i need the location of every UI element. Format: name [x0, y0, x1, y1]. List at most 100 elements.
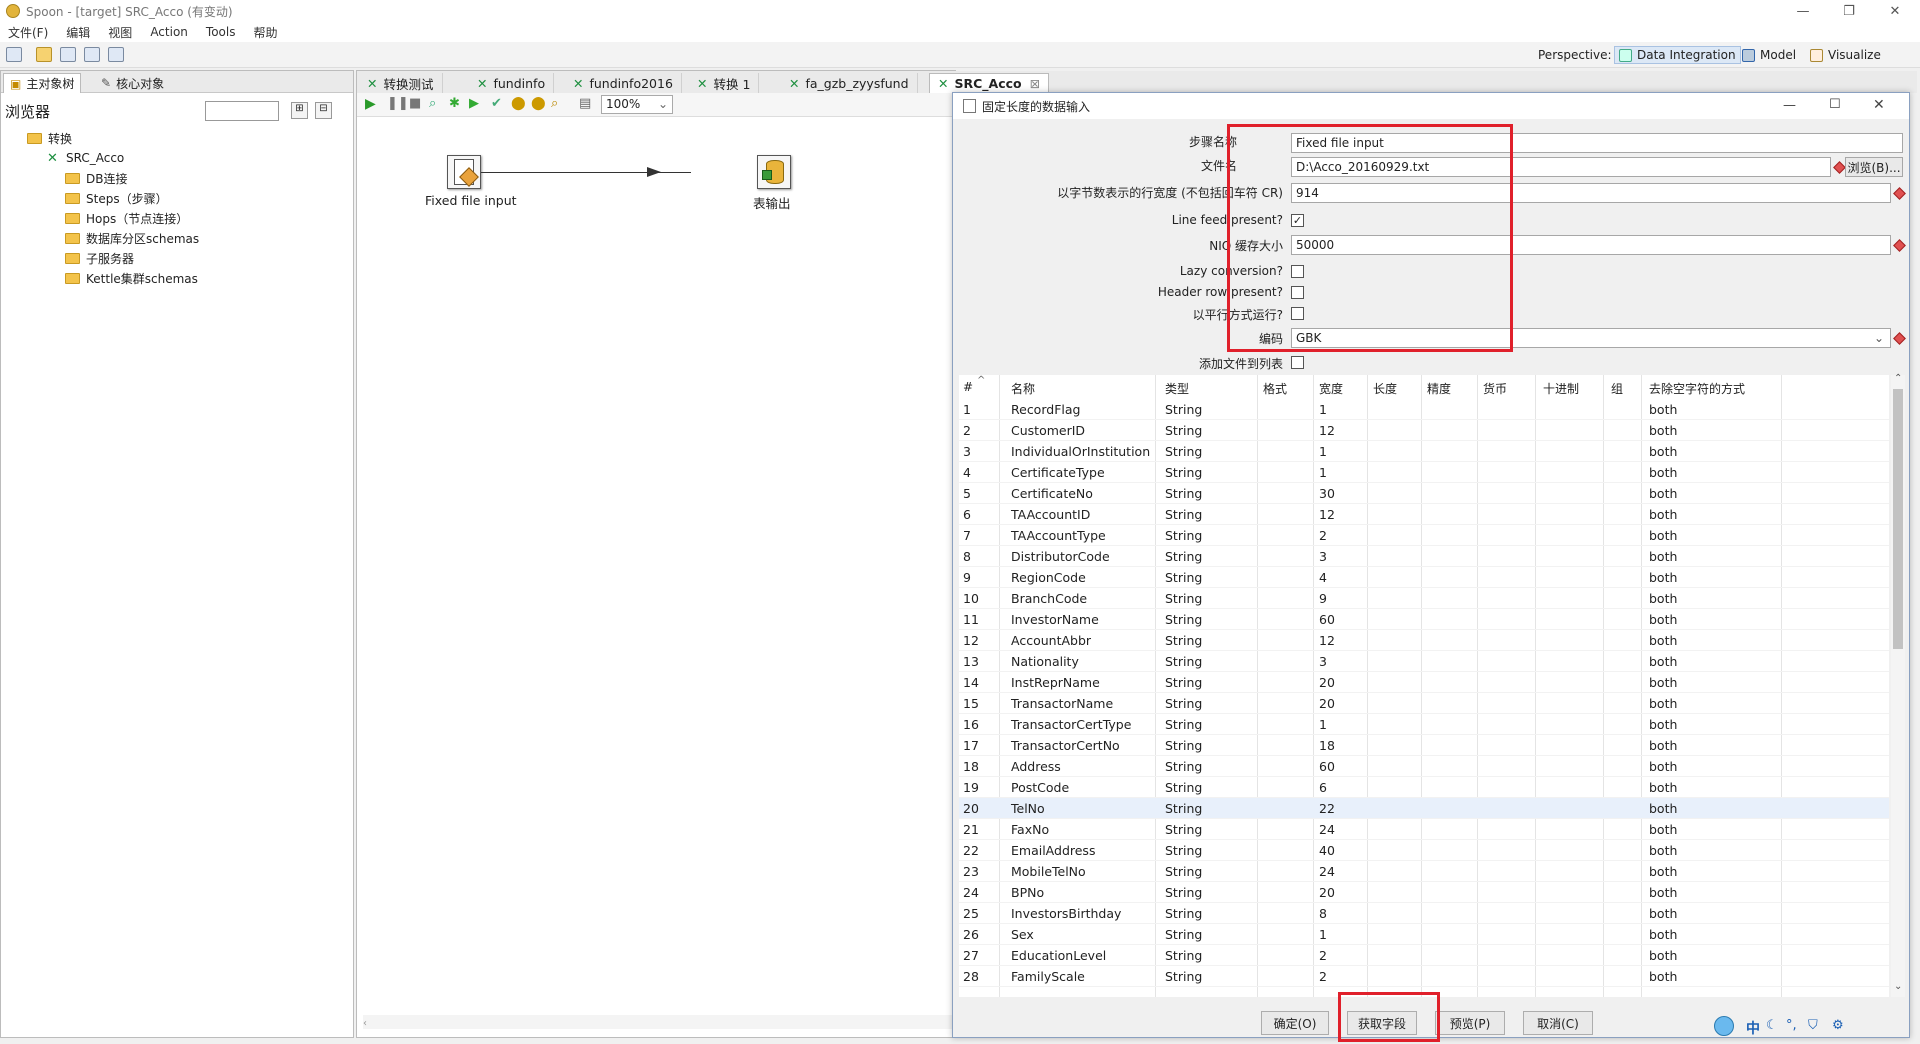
- dialog-maximize-button[interactable]: ☐: [1829, 97, 1841, 112]
- parallel-checkbox[interactable]: [1291, 307, 1304, 320]
- table-row[interactable]: 14 InstReprName String 20 both: [959, 672, 1889, 693]
- tree-node-src-acco[interactable]: ✕ SRC_Acco: [47, 149, 124, 167]
- table-row[interactable]: 3 IndividualOrInstitution String 1 both: [959, 441, 1889, 462]
- lazy-conversion-checkbox[interactable]: [1291, 265, 1304, 278]
- table-row[interactable]: 21 FaxNo String 24 both: [959, 819, 1889, 840]
- scroll-left-icon[interactable]: ‹: [363, 1018, 367, 1029]
- table-row[interactable]: 11 InvestorName String 60 both: [959, 609, 1889, 630]
- ok-button[interactable]: 确定(O): [1261, 1011, 1329, 1035]
- table-row[interactable]: 13 Nationality String 3 both: [959, 651, 1889, 672]
- table-row[interactable]: 26 Sex String 1 both: [959, 924, 1889, 945]
- tab-transform-1[interactable]: ✕ 转换 1: [689, 73, 760, 93]
- open-folder-icon[interactable]: [36, 47, 52, 62]
- step-name-input[interactable]: Fixed file input: [1291, 133, 1903, 153]
- col-header-index[interactable]: #: [963, 380, 973, 394]
- ime-mode-indicator[interactable]: 中: [1746, 1018, 1760, 1038]
- table-row[interactable]: 20 TelNo String 22 both: [959, 798, 1889, 819]
- canvas-horizontal-scrollbar[interactable]: ‹: [363, 1015, 953, 1029]
- tree-node-db-connections[interactable]: DB连接: [65, 169, 127, 187]
- encoding-select[interactable]: GBK ⌄: [1291, 328, 1891, 348]
- scroll-down-icon[interactable]: ⌄: [1894, 981, 1902, 992]
- menu-help[interactable]: 帮助: [253, 24, 277, 41]
- impact-icon[interactable]: ⬤: [511, 96, 526, 111]
- menu-tools[interactable]: Tools: [206, 25, 236, 39]
- table-row[interactable]: 10 BranchCode String 9 both: [959, 588, 1889, 609]
- perspective-data-integration[interactable]: Data Integration: [1614, 46, 1741, 64]
- table-row[interactable]: 24 BPNo String 20 both: [959, 882, 1889, 903]
- maximize-window-button[interactable]: ❐: [1826, 0, 1872, 22]
- close-window-button[interactable]: ✕: [1872, 0, 1918, 22]
- line-width-input[interactable]: 914: [1291, 183, 1891, 203]
- replay-icon[interactable]: ▶: [469, 96, 479, 111]
- line-feed-checkbox[interactable]: ✓: [1291, 214, 1304, 227]
- stop-icon[interactable]: ■: [409, 96, 421, 111]
- preview-icon[interactable]: ⌕: [429, 96, 436, 111]
- tree-node-steps[interactable]: Steps（步骤）: [65, 189, 168, 207]
- get-fields-button[interactable]: 获取字段: [1347, 1011, 1417, 1035]
- tab-transform-test[interactable]: ✕ 转换测试: [359, 73, 443, 93]
- menu-action[interactable]: Action: [150, 25, 188, 39]
- expand-all-button[interactable]: ⊞: [291, 102, 308, 119]
- fixed-file-input-step-icon[interactable]: [447, 155, 481, 189]
- explore-repository-icon[interactable]: [60, 47, 76, 62]
- table-row[interactable]: 1 RecordFlag String 1 both: [959, 399, 1889, 420]
- tab-main-object-tree[interactable]: ▣ 主对象树: [3, 73, 82, 93]
- table-row[interactable]: 28 FamilyScale String 2 both: [959, 966, 1889, 987]
- tree-node-hops[interactable]: Hops（节点连接）: [65, 209, 188, 227]
- col-header-width[interactable]: 宽度: [1319, 380, 1343, 397]
- table-row[interactable]: 2 CustomerID String 12 both: [959, 420, 1889, 441]
- minimize-window-button[interactable]: —: [1780, 0, 1826, 22]
- table-row[interactable]: 4 CertificateType String 1 both: [959, 462, 1889, 483]
- new-file-icon[interactable]: [6, 47, 22, 62]
- table-row[interactable]: 8 DistributorCode String 3 both: [959, 546, 1889, 567]
- menu-view[interactable]: 视图: [108, 24, 132, 41]
- tab-fundinfo[interactable]: ✕ fundinfo: [469, 73, 555, 93]
- close-tab-icon[interactable]: ⊠: [1030, 76, 1040, 91]
- perspective-visualize[interactable]: Visualize: [1810, 46, 1881, 64]
- zoom-select[interactable]: 100% ⌄: [601, 95, 673, 114]
- col-header-format[interactable]: 格式: [1263, 380, 1287, 397]
- verify-icon[interactable]: ✔: [491, 96, 502, 111]
- header-row-checkbox[interactable]: [1291, 286, 1304, 299]
- scroll-up-icon[interactable]: ⌃: [1894, 373, 1902, 384]
- table-row[interactable]: 27 EducationLevel String 2 both: [959, 945, 1889, 966]
- cancel-button[interactable]: 取消(C): [1523, 1011, 1593, 1035]
- browse-button[interactable]: 浏览(B)...: [1845, 157, 1903, 177]
- table-row[interactable]: 5 CertificateNo String 30 both: [959, 483, 1889, 504]
- menu-edit[interactable]: 编辑: [66, 24, 90, 41]
- show-results-icon[interactable]: ▤: [579, 96, 591, 111]
- col-header-precision[interactable]: 精度: [1427, 380, 1451, 397]
- save-as-icon[interactable]: [108, 47, 124, 62]
- moon-icon[interactable]: ☾: [1766, 1018, 1778, 1033]
- save-icon[interactable]: [84, 47, 100, 62]
- table-row[interactable]: 17 TransactorCertNo String 18 both: [959, 735, 1889, 756]
- table-output-step-icon[interactable]: [757, 155, 791, 189]
- col-header-currency[interactable]: 货币: [1483, 380, 1507, 397]
- tab-core-objects[interactable]: ✎ 核心对象: [95, 73, 170, 93]
- ime-mascot-icon[interactable]: [1714, 1016, 1734, 1036]
- pause-icon[interactable]: ❚❚: [387, 96, 409, 111]
- tree-node-partition-schemas[interactable]: 数据库分区schemas: [65, 229, 199, 247]
- col-header-decimal[interactable]: 十进制: [1543, 380, 1579, 397]
- fields-table-scrollbar[interactable]: ⌃ ⌄: [1891, 373, 1905, 997]
- table-row[interactable]: 16 TransactorCertType String 1 both: [959, 714, 1889, 735]
- col-header-length[interactable]: 长度: [1373, 380, 1397, 397]
- col-header-name[interactable]: 名称: [1011, 380, 1035, 397]
- preview-button[interactable]: 预览(P): [1435, 1011, 1505, 1035]
- settings-gear-icon[interactable]: ⚙: [1832, 1018, 1844, 1033]
- dialog-close-button[interactable]: ✕: [1873, 97, 1885, 113]
- tree-node-cluster-schemas[interactable]: Kettle集群schemas: [65, 269, 198, 287]
- tree-node-slave-servers[interactable]: 子服务器: [65, 249, 134, 267]
- table-row[interactable]: 25 InvestorsBirthday String 8 both: [959, 903, 1889, 924]
- table-row[interactable]: 12 AccountAbbr String 12 both: [959, 630, 1889, 651]
- scrollbar-thumb[interactable]: [1893, 389, 1903, 649]
- table-row[interactable]: 7 TAAccountType String 2 both: [959, 525, 1889, 546]
- filename-input[interactable]: D:\Acco_20160929.txt: [1291, 157, 1831, 177]
- dialog-minimize-button[interactable]: —: [1783, 98, 1796, 113]
- tab-src-acco[interactable]: ✕ SRC_Acco ⊠: [929, 73, 1050, 93]
- table-row[interactable]: 15 TransactorName String 20 both: [959, 693, 1889, 714]
- col-header-trim-type[interactable]: 去除空字符的方式: [1649, 380, 1745, 397]
- tab-fa-gzb-zyysfund[interactable]: ✕ fa_gzb_zyysfund: [781, 73, 918, 93]
- table-row[interactable]: 9 RegionCode String 4 both: [959, 567, 1889, 588]
- tree-search-input[interactable]: [205, 101, 279, 121]
